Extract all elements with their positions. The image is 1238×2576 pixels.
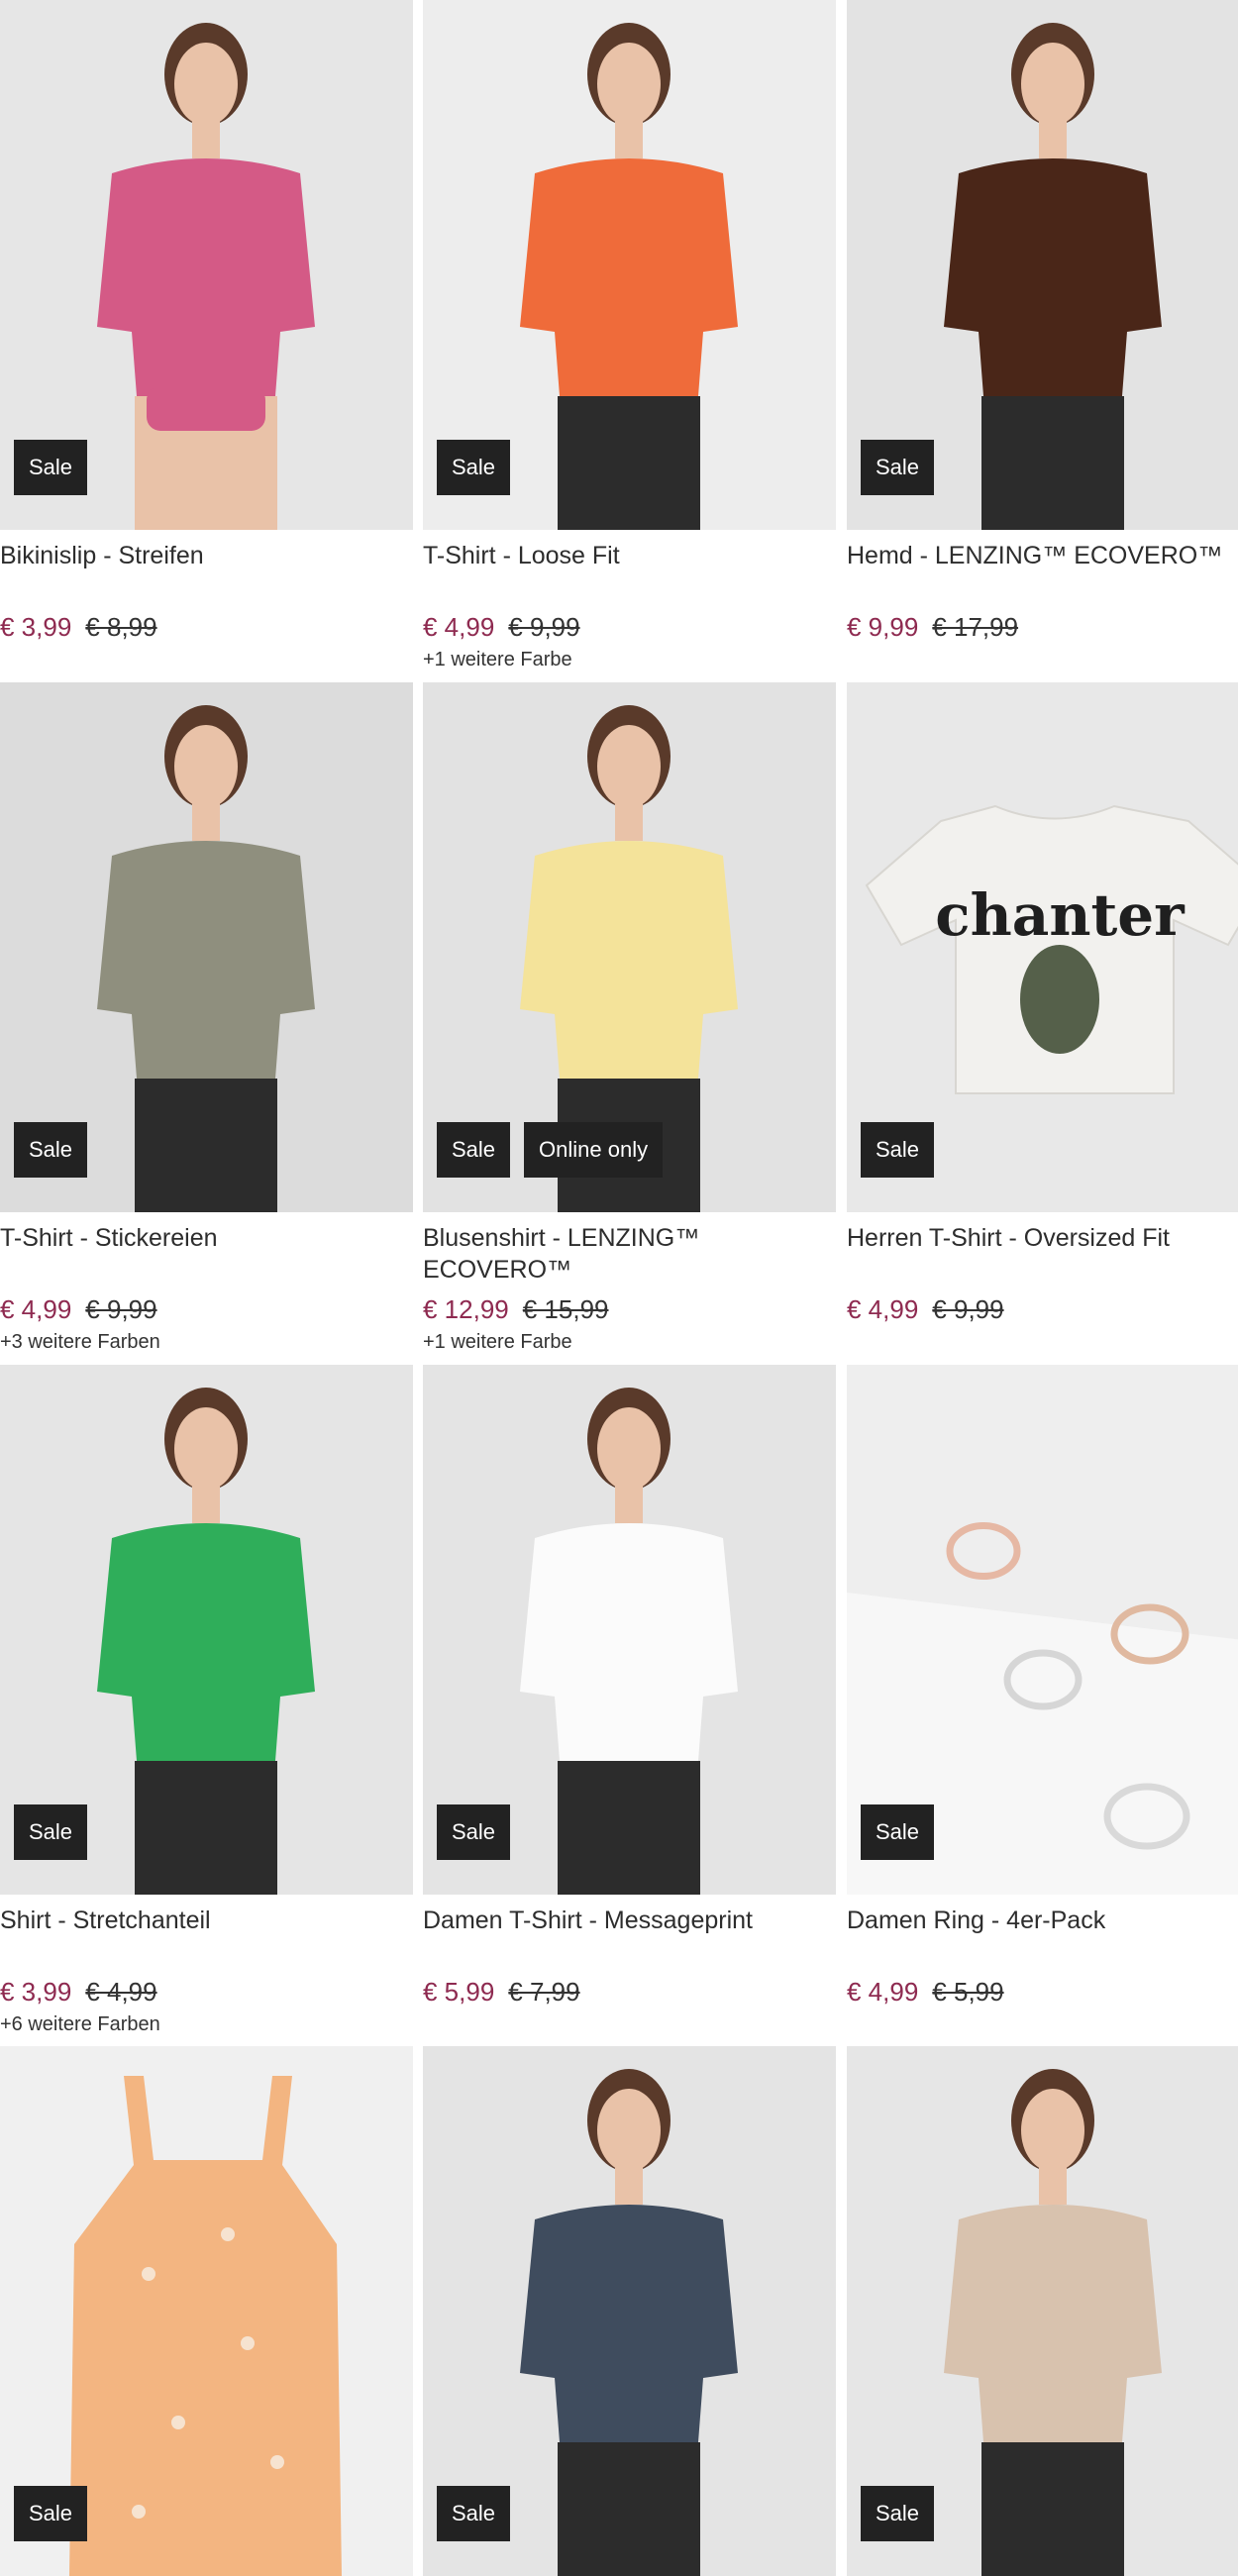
product-image[interactable]: Sale: [423, 1365, 836, 1895]
product-title[interactable]: Bikinislip - Streifen: [0, 540, 413, 603]
sale-badge: Sale: [14, 2486, 88, 2541]
badge-group: Sale: [437, 1804, 511, 1860]
sale-badge: Sale: [861, 2486, 935, 2541]
sale-price: € 3,99: [0, 1977, 72, 2007]
badge-group: Sale: [14, 2486, 88, 2541]
product-card[interactable]: Sale: [423, 2046, 836, 2576]
original-price: € 9,99: [932, 1294, 1004, 1324]
sale-badge: Sale: [437, 1122, 511, 1178]
sale-badge: Sale: [437, 2486, 511, 2541]
sale-badge: Sale: [861, 1122, 935, 1178]
product-card[interactable]: chanter Sale Herren T-Shirt - Oversized Fi…: [847, 682, 1238, 1357]
badge-group: Sale: [861, 440, 935, 495]
sale-badge: Sale: [14, 1804, 88, 1860]
product-image[interactable]: Sale: [0, 682, 413, 1212]
badge-group: Sale: [861, 1122, 935, 1178]
original-price: € 15,99: [522, 1294, 609, 1324]
sale-badge: Sale: [437, 440, 511, 495]
price-row: € 4,99 € 9,99: [423, 611, 836, 643]
product-title[interactable]: T-Shirt - Loose Fit: [423, 540, 836, 603]
original-price: € 9,99: [508, 612, 580, 642]
product-title[interactable]: Herren T-Shirt - Oversized Fit: [847, 1222, 1238, 1286]
price-row: € 5,99 € 7,99: [423, 1976, 836, 2008]
product-title[interactable]: Shirt - Stretchanteil: [0, 1905, 413, 1968]
price-row: € 4,99 € 9,99: [0, 1293, 413, 1325]
sale-badge: Sale: [861, 1804, 935, 1860]
badge-group: Sale: [437, 440, 511, 495]
product-image[interactable]: Sale: [0, 2046, 413, 2576]
product-card[interactable]: Sale Damen T-Shirt - Messageprint € 5,99 € …: [423, 1365, 836, 2039]
original-price: € 5,99: [932, 1977, 1004, 2007]
original-price: € 7,99: [508, 1977, 580, 2007]
product-image[interactable]: Sale: [423, 0, 836, 530]
product-image[interactable]: Sale: [847, 0, 1238, 530]
sale-price: € 12,99: [423, 1294, 509, 1324]
product-image[interactable]: chanter Sale: [847, 682, 1238, 1212]
product-card[interactable]: Sale Hemd - LENZING™ ECOVERO™ € 9,99 € 17,9…: [847, 0, 1238, 674]
product-card[interactable]: Sale T-Shirt - Loose Fit € 4,99 € 9,99 +1 we…: [423, 0, 836, 674]
online-only-badge: Online only: [524, 1122, 664, 1178]
sale-price: € 4,99: [847, 1294, 919, 1324]
product-image[interactable]: Sale Online only: [423, 682, 836, 1212]
product-image[interactable]: Sale: [0, 0, 413, 530]
product-image[interactable]: Sale: [0, 1365, 413, 1895]
product-card[interactable]: Sale Damen Ring - 4er-Pack € 4,99 € 5,99: [847, 1365, 1238, 2039]
price-row: € 9,99 € 17,99: [847, 611, 1238, 643]
original-price: € 4,99: [85, 1977, 157, 2007]
price-row: € 4,99 € 9,99: [847, 1293, 1238, 1325]
tshirt-print-text: chanter: [935, 881, 1186, 949]
product-image[interactable]: Sale: [423, 2046, 836, 2576]
more-colors-label[interactable]: [0, 649, 413, 674]
more-colors-label[interactable]: +3 weitere Farben: [0, 1331, 413, 1357]
original-price: € 8,99: [85, 612, 157, 642]
product-title[interactable]: T-Shirt - Stickereien: [0, 1222, 413, 1286]
product-title[interactable]: Hemd - LENZING™ ECOVERO™: [847, 540, 1238, 603]
product-title[interactable]: Damen Ring - 4er-Pack: [847, 1905, 1238, 1968]
more-colors-label[interactable]: [847, 2013, 1238, 2039]
badge-group: Sale: [14, 1804, 88, 1860]
product-card[interactable]: Sale: [847, 2046, 1238, 2576]
badge-group: Sale: [14, 1122, 88, 1178]
badge-group: Sale: [861, 1804, 935, 1860]
product-grid: Sale Bikinislip - Streifen € 3,99 € 8,99 Sal…: [0, 0, 1238, 2576]
more-colors-label[interactable]: [423, 2013, 836, 2039]
sale-badge: Sale: [861, 440, 935, 495]
sale-price: € 3,99: [0, 612, 72, 642]
price-row: € 3,99 € 4,99: [0, 1976, 413, 2008]
sale-badge: Sale: [437, 1804, 511, 1860]
product-title[interactable]: Blusenshirt - LENZING™ ECOVERO™: [423, 1222, 836, 1286]
price-row: € 12,99 € 15,99: [423, 1293, 836, 1325]
badge-group: Sale Online only: [437, 1122, 664, 1178]
more-colors-label[interactable]: +6 weitere Farben: [0, 2013, 413, 2039]
more-colors-label[interactable]: +1 weitere Farbe: [423, 649, 836, 674]
sale-price: € 4,99: [423, 612, 495, 642]
sale-price: € 4,99: [847, 1977, 919, 2007]
product-card[interactable]: Sale T-Shirt - Stickereien € 4,99 € 9,99 +3 …: [0, 682, 413, 1357]
price-row: € 4,99 € 5,99: [847, 1976, 1238, 2008]
product-card[interactable]: Sale Bikinislip - Streifen € 3,99 € 8,99: [0, 0, 413, 674]
product-title[interactable]: Damen T-Shirt - Messageprint: [423, 1905, 836, 1968]
original-price: € 17,99: [932, 612, 1019, 642]
product-card[interactable]: Sale Shirt - Stretchanteil € 3,99 € 4,99 +6 …: [0, 1365, 413, 2039]
more-colors-label[interactable]: [847, 649, 1238, 674]
sale-price: € 4,99: [0, 1294, 72, 1324]
sale-price: € 9,99: [847, 612, 919, 642]
more-colors-label[interactable]: +1 weitere Farbe: [423, 1331, 836, 1357]
sale-badge: Sale: [14, 440, 88, 495]
price-row: € 3,99 € 8,99: [0, 611, 413, 643]
badge-group: Sale: [861, 2486, 935, 2541]
more-colors-label[interactable]: [847, 1331, 1238, 1357]
badge-group: Sale: [14, 440, 88, 495]
badge-group: Sale: [437, 2486, 511, 2541]
product-card[interactable]: Sale: [0, 2046, 413, 2576]
product-card[interactable]: Sale Online only Blusenshirt - LENZING™ EC…: [423, 682, 836, 1357]
sale-badge: Sale: [14, 1122, 88, 1178]
product-image[interactable]: Sale: [847, 2046, 1238, 2576]
sale-price: € 5,99: [423, 1977, 495, 2007]
original-price: € 9,99: [85, 1294, 157, 1324]
product-image[interactable]: Sale: [847, 1365, 1238, 1895]
